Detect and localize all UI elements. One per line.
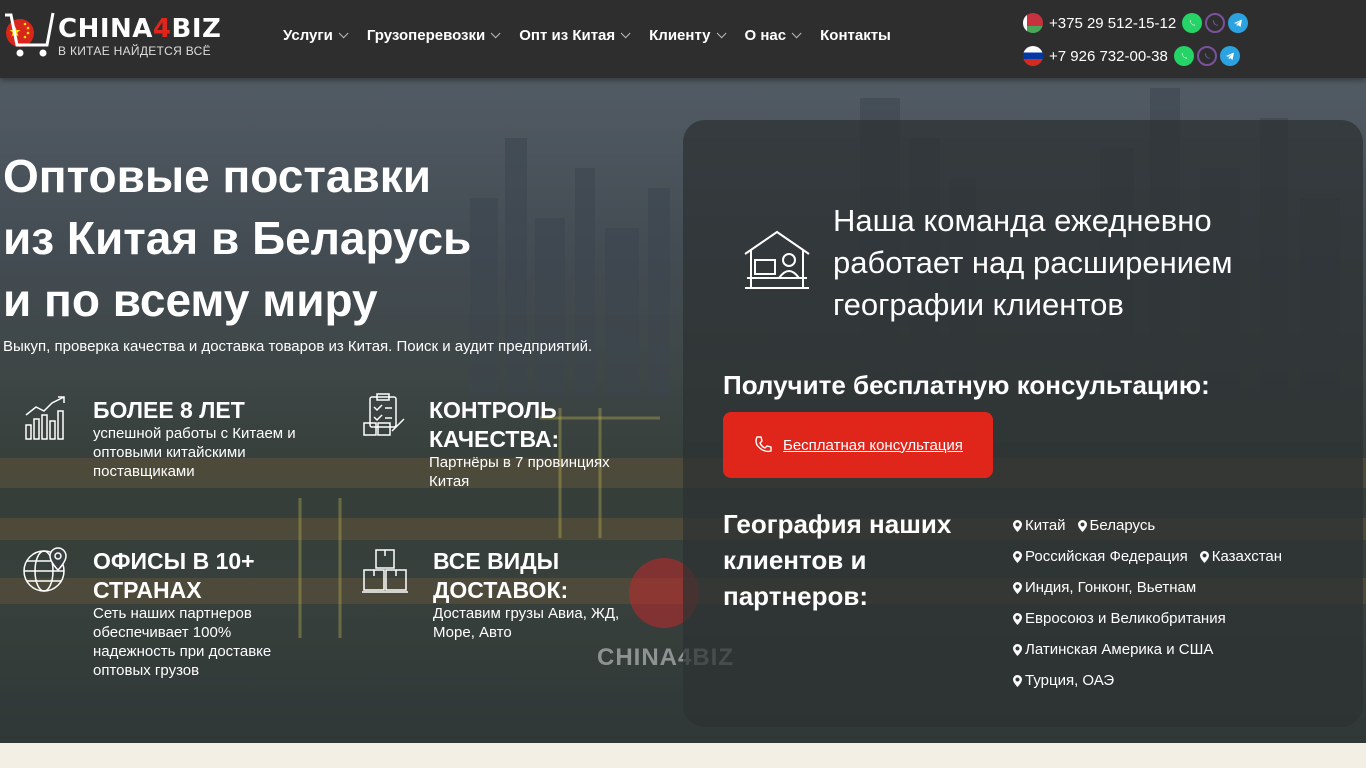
hero-title-line: и по всему миру [3, 274, 378, 326]
feature-experience: БОЛЕЕ 8 ЛЕТ успешной работы с Китаем и о… [22, 393, 322, 503]
logo-wordmark: CHINA4BIZ [58, 14, 222, 44]
nav-item-services[interactable]: Услуги [283, 27, 349, 44]
feature-quality: КОНТРОЛЬ КАЧЕСТВА: Партнёры в 7 провинци… [362, 393, 652, 503]
geo-item: Беларусь [1077, 517, 1155, 534]
nav-item-wholesale[interactable]: Опт из Китая [519, 27, 631, 44]
hero-title-line: из Китая в Беларусь [3, 212, 472, 264]
hero-section: CHINA4BIZ Оптовые поставки из Китая в Бе… [0, 78, 1366, 743]
geo-row: Евросоюз и Великобритания [1013, 603, 1353, 634]
feature-title: ВСЕ ВИДЫ ДОСТАВОК: [433, 548, 569, 603]
team-statement: Наша команда ежедневно работает над расш… [833, 203, 1233, 322]
support-desk-icon [744, 230, 810, 289]
hero-title: Оптовые поставки из Китая в Беларусь и п… [3, 145, 471, 331]
geography-heading: География наших клиентов и партнеров: [723, 509, 952, 611]
feature-title: КОНТРОЛЬ КАЧЕСТВА: [429, 397, 560, 452]
map-pin-icon [1013, 612, 1022, 625]
belarus-flag-icon [1023, 13, 1043, 33]
free-consult-link[interactable]: Бесплатная консультация [783, 437, 963, 454]
russia-flag-icon [1023, 46, 1043, 66]
whatsapp-icon[interactable] [1173, 46, 1194, 66]
cart-logo-icon [5, 12, 55, 57]
geo-row: Китай Беларусь [1013, 510, 1353, 541]
nav-item-freight[interactable]: Грузоперевозки [367, 27, 501, 44]
viber-icon[interactable] [1205, 13, 1226, 33]
feature-title: БОЛЕЕ 8 ЛЕТ [93, 397, 245, 423]
nav-item-client[interactable]: Клиенту [649, 27, 727, 44]
feature-title: ОФИСЫ В 10+ СТРАНАХ [93, 548, 255, 603]
main-nav: Услуги Грузоперевозки Опт из Китая Клиен… [283, 0, 913, 70]
geo-row: Российская Федерация Казахстан [1013, 541, 1353, 572]
free-consult-button[interactable]: Бесплатная консультация [723, 412, 993, 478]
feature-text: успешной работы с Китаем и оптовыми кита… [93, 425, 296, 480]
telegram-icon[interactable] [1219, 46, 1240, 66]
feature-text: Доставим грузы Авиа, ЖД, Море, Авто [433, 605, 620, 641]
map-pin-icon [1013, 581, 1022, 594]
geo-row: Индия, Гонконг, Вьетнам [1013, 572, 1353, 603]
chevron-down-icon [716, 27, 727, 38]
map-pin-icon [1013, 519, 1022, 532]
map-pin-icon [1199, 550, 1209, 563]
logo-tagline: В КИТАЕ НАЙДЕТСЯ ВСЁ [58, 44, 211, 58]
hero-subtitle: Выкуп, проверка качества и доставка това… [3, 338, 593, 355]
viber-icon[interactable] [1196, 46, 1217, 66]
nav-item-about[interactable]: О нас [745, 27, 802, 44]
chevron-down-icon [338, 27, 349, 38]
growth-chart-icon [25, 396, 65, 440]
map-pin-icon [1013, 643, 1022, 656]
telegram-icon[interactable] [1228, 13, 1249, 33]
boxes-icon [362, 549, 408, 593]
geo-row: Турция, ОАЭ [1013, 665, 1353, 696]
map-pin-icon [1013, 550, 1022, 563]
phone-number[interactable]: +375 29 512-15-12 [1049, 15, 1176, 32]
chevron-down-icon [490, 27, 501, 38]
nav-item-contacts[interactable]: Контакты [820, 27, 891, 44]
chevron-down-icon [791, 27, 802, 38]
feature-text: Сеть наших партнеров обеспечивает 100% н… [93, 605, 272, 679]
feature-text: Партнёры в 7 провинциях Китая [429, 454, 610, 490]
phone-row-russia: +7 926 732-00-38 [1023, 44, 1251, 68]
phone-icon [755, 436, 772, 453]
geo-item: Евросоюз и Великобритания [1013, 610, 1226, 627]
whatsapp-icon[interactable] [1182, 13, 1203, 33]
page-bottom-strip [0, 743, 1366, 768]
quality-checklist-icon [363, 393, 405, 436]
phone-number[interactable]: +7 926 732-00-38 [1049, 48, 1168, 65]
geo-item: Российская Федерация [1013, 548, 1188, 565]
geo-item: Индия, Гонконг, Вьетнам [1013, 579, 1196, 596]
globe-pin-icon [23, 547, 67, 592]
map-pin-icon [1013, 674, 1022, 687]
feature-offices: ОФИСЫ В 10+ СТРАНАХ Сеть наших партнеров… [22, 544, 322, 684]
chevron-down-icon [620, 27, 631, 38]
map-pin-icon [1077, 519, 1087, 532]
consult-panel: Наша команда ежедневно работает над расш… [683, 120, 1363, 727]
geo-item: Китай [1013, 517, 1066, 534]
geo-row: Латинская Америка и США [1013, 634, 1353, 665]
phone-row-belarus: +375 29 512-15-12 [1023, 11, 1251, 35]
geo-item: Казахстан [1199, 548, 1282, 565]
consult-heading: Получите бесплатную консультацию: [723, 370, 1210, 400]
logo[interactable]: CHINA4BIZ В КИТАЕ НАЙДЕТСЯ ВСЁ [3, 9, 222, 63]
geography-list: Китай Беларусь Российская Федерация Каза… [1013, 510, 1353, 696]
hero-title-line: Оптовые поставки [3, 150, 432, 202]
feature-delivery: ВСЕ ВИДЫ ДОСТАВОК: Доставим грузы Авиа, … [362, 544, 652, 654]
site-header: CHINA4BIZ В КИТАЕ НАЙДЕТСЯ ВСЁ Услуги Гр… [0, 0, 1366, 78]
geo-item: Турция, ОАЭ [1013, 672, 1114, 689]
phone-contacts: +375 29 512-15-12 +7 926 732-00-38 [1023, 11, 1251, 77]
geo-item: Латинская Америка и США [1013, 641, 1213, 658]
